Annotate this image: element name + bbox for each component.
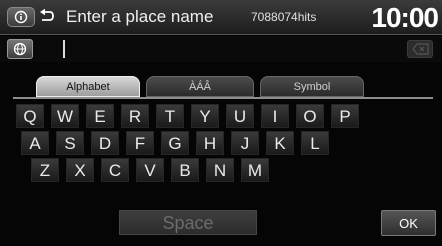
header-bar: Enter a place name 7088074hits 10:00 xyxy=(0,0,442,35)
page-title: Enter a place name xyxy=(66,7,214,26)
key-m[interactable]: M xyxy=(241,158,269,182)
key-v[interactable]: V xyxy=(136,158,164,182)
key-k[interactable]: K xyxy=(266,131,294,155)
keyboard-tabs: Alphabet ÀÁÂ Symbol xyxy=(26,76,442,98)
key-e[interactable]: E xyxy=(86,104,114,128)
key-r[interactable]: R xyxy=(121,104,149,128)
navigation-screen: Enter a place name 7088074hits 10:00 Alp… xyxy=(0,0,442,246)
key-s[interactable]: S xyxy=(56,131,84,155)
tab-divider xyxy=(13,97,433,99)
language-button[interactable] xyxy=(7,39,33,59)
key-b[interactable]: B xyxy=(171,158,199,182)
key-c[interactable]: C xyxy=(101,158,129,182)
tab-symbol[interactable]: Symbol xyxy=(260,76,364,97)
key-x[interactable]: X xyxy=(66,158,94,182)
key-h[interactable]: H xyxy=(196,131,224,155)
info-icon xyxy=(14,10,28,24)
back-icon[interactable] xyxy=(37,7,55,27)
place-name-input[interactable] xyxy=(42,38,392,60)
tab-accented[interactable]: ÀÁÂ xyxy=(146,76,254,97)
key-a[interactable]: A xyxy=(21,131,49,155)
key-d[interactable]: D xyxy=(91,131,119,155)
input-row xyxy=(0,36,442,62)
key-p[interactable]: P xyxy=(331,104,359,128)
key-u[interactable]: U xyxy=(226,104,254,128)
delete-icon xyxy=(412,43,429,55)
clock: 10:00 xyxy=(371,2,439,33)
space-button[interactable]: Space xyxy=(119,210,257,235)
tab-alphabet[interactable]: Alphabet xyxy=(36,76,140,97)
ok-button[interactable]: OK xyxy=(381,210,436,236)
key-q[interactable]: Q xyxy=(16,104,44,128)
info-button[interactable] xyxy=(7,7,35,27)
key-z[interactable]: Z xyxy=(31,158,59,182)
key-t[interactable]: T xyxy=(156,104,184,128)
key-o[interactable]: O xyxy=(296,104,324,128)
key-w[interactable]: W xyxy=(51,104,79,128)
delete-button[interactable] xyxy=(407,40,433,58)
key-f[interactable]: F xyxy=(126,131,154,155)
text-cursor xyxy=(63,40,65,58)
key-i[interactable]: I xyxy=(261,104,289,128)
keyboard: Q W E R T Y U I O P A S D F G H J K L Z … xyxy=(0,104,442,184)
key-j[interactable]: J xyxy=(231,131,259,155)
key-l[interactable]: L xyxy=(301,131,329,155)
key-g[interactable]: G xyxy=(161,131,189,155)
globe-icon xyxy=(13,42,27,56)
key-y[interactable]: Y xyxy=(191,104,219,128)
hit-count: 7088074hits xyxy=(251,10,317,24)
key-n[interactable]: N xyxy=(206,158,234,182)
